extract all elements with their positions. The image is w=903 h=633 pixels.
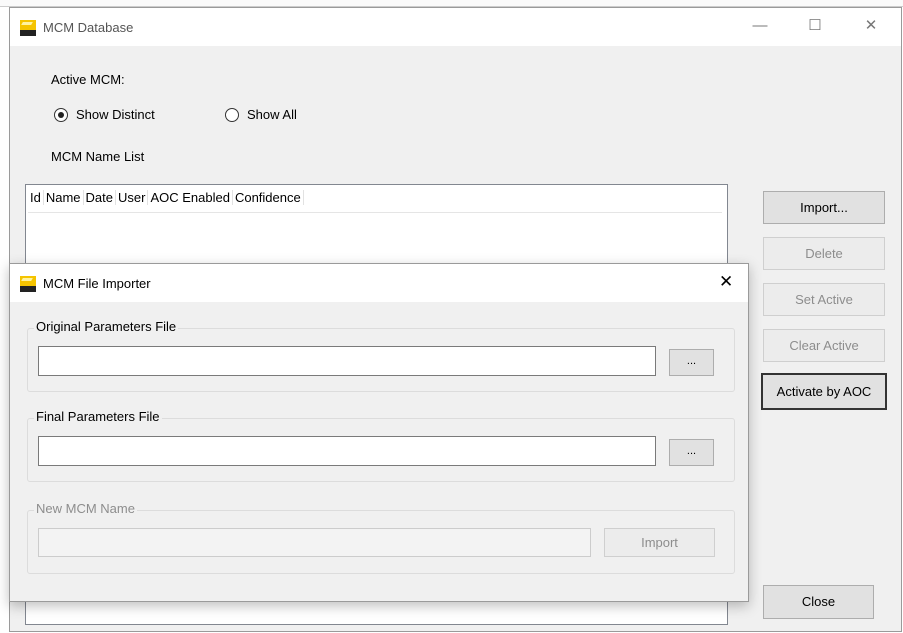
main-window-title: MCM Database xyxy=(43,20,134,35)
original-parameters-label: Original Parameters File xyxy=(34,319,179,334)
original-browse-button[interactable]: ... xyxy=(669,349,714,376)
maximize-button[interactable]: ☐ xyxy=(795,16,835,34)
dialog-title-bar: MCM File Importer ✕ xyxy=(10,264,748,302)
column-header-id[interactable]: Id xyxy=(28,190,44,205)
active-mcm-label: Active MCM: xyxy=(51,72,125,87)
minimize-button[interactable]: — xyxy=(740,17,780,34)
mcm-name-list-label: MCM Name List xyxy=(51,149,145,164)
dialog-close-icon[interactable]: ✕ xyxy=(719,272,733,292)
set-active-button[interactable]: Set Active xyxy=(763,283,885,316)
new-mcm-name-label: New MCM Name xyxy=(34,501,137,516)
clear-active-button[interactable]: Clear Active xyxy=(763,329,885,362)
dialog-title: MCM File Importer xyxy=(43,276,151,291)
list-header: Id Name Date User AOC Enabled Confidence xyxy=(28,190,722,213)
show-all-label[interactable]: Show All xyxy=(247,107,297,122)
close-button[interactable]: Close xyxy=(763,585,874,619)
show-all-radio[interactable] xyxy=(225,108,239,122)
close-window-button[interactable]: ✕ xyxy=(851,16,891,34)
column-header-name[interactable]: Name xyxy=(44,190,84,205)
final-parameters-label: Final Parameters File xyxy=(34,409,162,424)
final-browse-button[interactable]: ... xyxy=(669,439,714,466)
import-button[interactable]: Import... xyxy=(763,191,885,224)
column-header-confidence[interactable]: Confidence xyxy=(233,190,304,205)
original-parameters-input[interactable] xyxy=(38,346,656,376)
mcm-file-importer-dialog: MCM File Importer ✕ Original Parameters … xyxy=(9,263,749,602)
activate-by-aoc-button[interactable]: Activate by AOC xyxy=(761,373,887,410)
column-header-user[interactable]: User xyxy=(116,190,149,205)
final-parameters-input[interactable] xyxy=(38,436,656,466)
column-header-aoc-enabled[interactable]: AOC Enabled xyxy=(148,190,233,205)
column-header-date[interactable]: Date xyxy=(84,190,116,205)
dialog-import-button[interactable]: Import xyxy=(604,528,715,557)
nikon-logo-icon xyxy=(20,20,36,36)
background-strip xyxy=(0,0,903,7)
new-mcm-name-input[interactable] xyxy=(38,528,591,557)
nikon-logo-icon xyxy=(20,276,36,292)
delete-button[interactable]: Delete xyxy=(763,237,885,270)
show-distinct-label[interactable]: Show Distinct xyxy=(76,107,155,122)
show-distinct-radio[interactable] xyxy=(54,108,68,122)
main-title-bar: MCM Database — ☐ ✕ xyxy=(10,8,901,46)
